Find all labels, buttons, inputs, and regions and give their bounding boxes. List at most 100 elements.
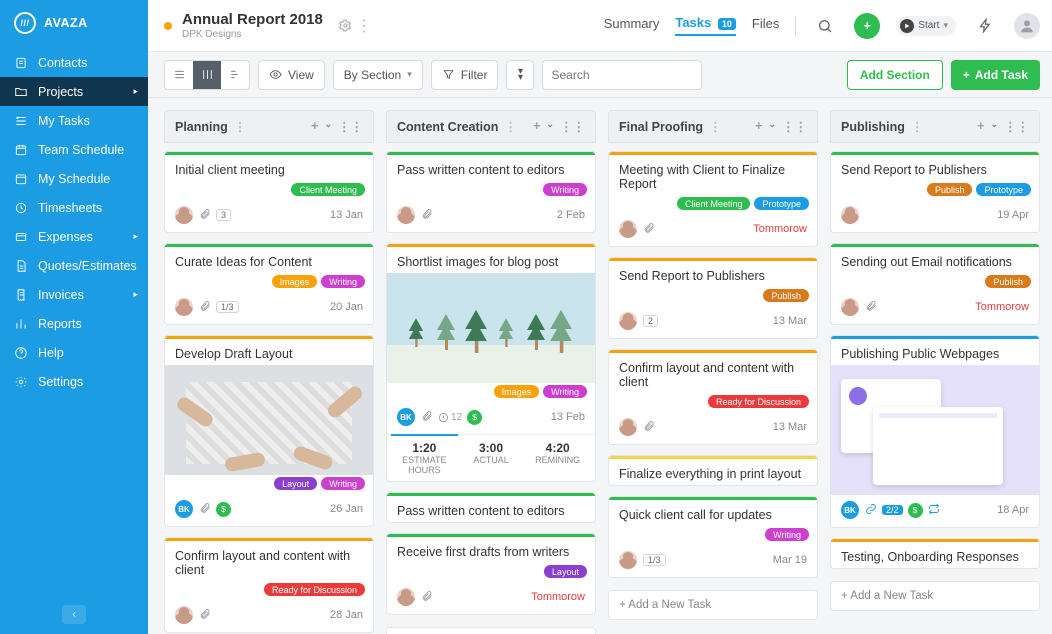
add-section-button[interactable]: Add Section — [847, 60, 943, 90]
task-card[interactable]: Send Report to PublishersPublish213 Mar — [608, 257, 818, 339]
tag: Ready for Discussion — [264, 583, 365, 596]
tag: Publish — [763, 289, 809, 302]
task-card[interactable]: Send Report to PublishersPublishPrototyp… — [830, 151, 1040, 233]
task-card[interactable]: Sending out Email notificationsPublishTo… — [830, 243, 1040, 325]
card-footer: 19 Apr — [831, 200, 1039, 232]
nav-quotes-estimates[interactable]: Quotes/Estimates — [0, 251, 148, 280]
column-header[interactable]: Final Proofing ⋮ + ⌄ ⋮⋮ — [608, 110, 818, 143]
task-card[interactable]: Testing, Onboarding Responses — [830, 538, 1040, 569]
sidebar-collapse[interactable]: ‹ — [0, 595, 148, 634]
column-drag-icon[interactable]: ⋮⋮ — [782, 119, 807, 134]
task-card[interactable]: Develop Draft Layout LayoutWritingBK$26 … — [164, 335, 374, 527]
assignee-avatar — [619, 418, 637, 436]
card-footer: 2 Feb — [387, 200, 595, 232]
column-menu-icon[interactable]: ⋮ — [911, 119, 924, 134]
task-card[interactable]: Receive first drafts from writersLayoutT… — [386, 533, 596, 615]
more-toolbar-button[interactable]: ▾▾ — [506, 60, 534, 90]
project-settings-icon[interactable]: ⋮ — [339, 16, 372, 36]
task-card[interactable]: Shortlist images for blog post ImagesWri… — [386, 243, 596, 482]
bolt-icon[interactable] — [972, 13, 998, 39]
task-card[interactable]: Confirm layout and content with clientRe… — [164, 537, 374, 633]
column-collapse-icon[interactable]: ⌄ — [990, 119, 998, 134]
task-card[interactable]: Publishing Public Webpages BK2/2$18 Apr — [830, 335, 1040, 528]
column-menu-icon[interactable]: ⋮ — [504, 119, 517, 134]
nav-contacts[interactable]: Contacts — [0, 48, 148, 77]
view-board-icon[interactable] — [193, 61, 221, 89]
column-title: Publishing — [841, 120, 905, 134]
nav-team-schedule[interactable]: Team Schedule — [0, 135, 148, 164]
task-card[interactable]: Meeting with Client to Finalize ReportCl… — [608, 151, 818, 247]
column-menu-icon[interactable]: ⋮ — [234, 119, 247, 134]
nav-label: Timesheets — [38, 201, 102, 215]
column-collapse-icon[interactable]: ⌄ — [768, 119, 776, 134]
task-card[interactable]: Quick client call for updatesWriting1/3M… — [608, 496, 818, 578]
chevron-right-icon: ▸ — [133, 289, 138, 300]
card-tags: Ready for Discussion — [609, 393, 817, 412]
column-add-icon[interactable]: + — [977, 119, 984, 134]
view-button[interactable]: View — [258, 60, 325, 90]
column-header[interactable]: Content Creation ⋮ + ⌄ ⋮⋮ — [386, 110, 596, 143]
column-collapse-icon[interactable]: ⌄ — [546, 119, 554, 134]
task-card[interactable]: Initial client meetingClient Meeting313 … — [164, 151, 374, 233]
column-drag-icon[interactable]: ⋮⋮ — [1004, 119, 1029, 134]
add-task-row[interactable]: + Add a New Task — [608, 590, 818, 620]
tag: Writing — [543, 385, 587, 398]
subtask-count: 1/3 — [216, 301, 239, 313]
nav-projects[interactable]: Projects ▸ — [0, 77, 148, 106]
task-card[interactable]: Curate Ideas for ContentImagesWriting1/3… — [164, 243, 374, 325]
task-card[interactable]: Pass written content to editors — [386, 492, 596, 523]
card-footer: 213 Mar — [609, 306, 817, 338]
column-drag-icon[interactable]: ⋮⋮ — [560, 119, 585, 134]
card-date: 18 Apr — [997, 504, 1029, 516]
card-date: 28 Jan — [330, 609, 363, 621]
nav-my-schedule[interactable]: My Schedule — [0, 164, 148, 193]
card-date: Mar 19 — [773, 554, 807, 566]
column-content-creation: Content Creation ⋮ + ⌄ ⋮⋮ Pass written c… — [386, 110, 596, 622]
project-menu-icon[interactable]: ⋮ — [356, 16, 372, 36]
search-icon[interactable] — [812, 13, 838, 39]
card-tags: Writing — [387, 181, 595, 200]
tab-summary[interactable]: Summary — [604, 16, 660, 35]
nav-settings[interactable]: Settings — [0, 367, 148, 396]
card-footer: BK$26 Jan — [165, 494, 373, 526]
column-collapse-icon[interactable]: ⌄ — [324, 119, 332, 134]
column-drag-icon[interactable]: ⋮⋮ — [338, 119, 363, 134]
column-menu-icon[interactable]: ⋮ — [709, 119, 722, 134]
nav-timesheets[interactable]: Timesheets — [0, 193, 148, 222]
column-header[interactable]: Planning ⋮ + ⌄ ⋮⋮ — [164, 110, 374, 143]
add-task-row[interactable]: + Add a New Task — [386, 627, 596, 634]
tab-files[interactable]: Files — [752, 16, 779, 35]
nav-expenses[interactable]: Expenses ▸ — [0, 222, 148, 251]
timer-start-button[interactable]: Start ▾ — [896, 16, 956, 36]
task-card[interactable]: Confirm layout and content with clientRe… — [608, 349, 818, 445]
task-card[interactable]: Finalize everything in print layout — [608, 455, 818, 486]
view-list-icon[interactable] — [165, 61, 193, 89]
nav-reports[interactable]: Reports — [0, 309, 148, 338]
column-add-icon[interactable]: + — [755, 119, 762, 134]
nav-help[interactable]: Help — [0, 338, 148, 367]
column-header[interactable]: Publishing ⋮ + ⌄ ⋮⋮ — [830, 110, 1040, 143]
column-add-icon[interactable]: + — [533, 119, 540, 134]
nav-invoices[interactable]: Invoices ▸ — [0, 280, 148, 309]
nav-my-tasks[interactable]: My Tasks — [0, 106, 148, 135]
assignee-avatar — [619, 220, 637, 238]
subtask-count: 2/2 — [882, 505, 903, 515]
add-task-button[interactable]: + Add Task — [951, 60, 1040, 90]
global-add-button[interactable]: + — [854, 13, 880, 39]
group-by-select[interactable]: By Section ▾ — [333, 60, 423, 90]
card-date: 26 Jan — [330, 503, 363, 515]
tab-tasks[interactable]: Tasks 10 — [675, 15, 736, 36]
user-avatar[interactable] — [1014, 13, 1040, 39]
paperclip-icon — [643, 222, 655, 237]
brand-logo[interactable]: /// AVAZA — [0, 0, 148, 48]
add-task-row[interactable]: + Add a New Task — [830, 581, 1040, 611]
filter-button[interactable]: Filter — [431, 60, 499, 90]
search-input[interactable] — [551, 68, 706, 82]
column-planning: Planning ⋮ + ⌄ ⋮⋮ Initial client meeting… — [164, 110, 374, 622]
column-add-icon[interactable]: + — [311, 119, 318, 134]
task-card[interactable]: Pass written content to editorsWriting2 … — [386, 151, 596, 233]
nav-label: My Tasks — [38, 114, 90, 128]
nav-label: Settings — [38, 375, 83, 389]
view-gantt-icon[interactable] — [221, 61, 249, 89]
card-title: Meeting with Client to Finalize Report — [609, 155, 817, 195]
